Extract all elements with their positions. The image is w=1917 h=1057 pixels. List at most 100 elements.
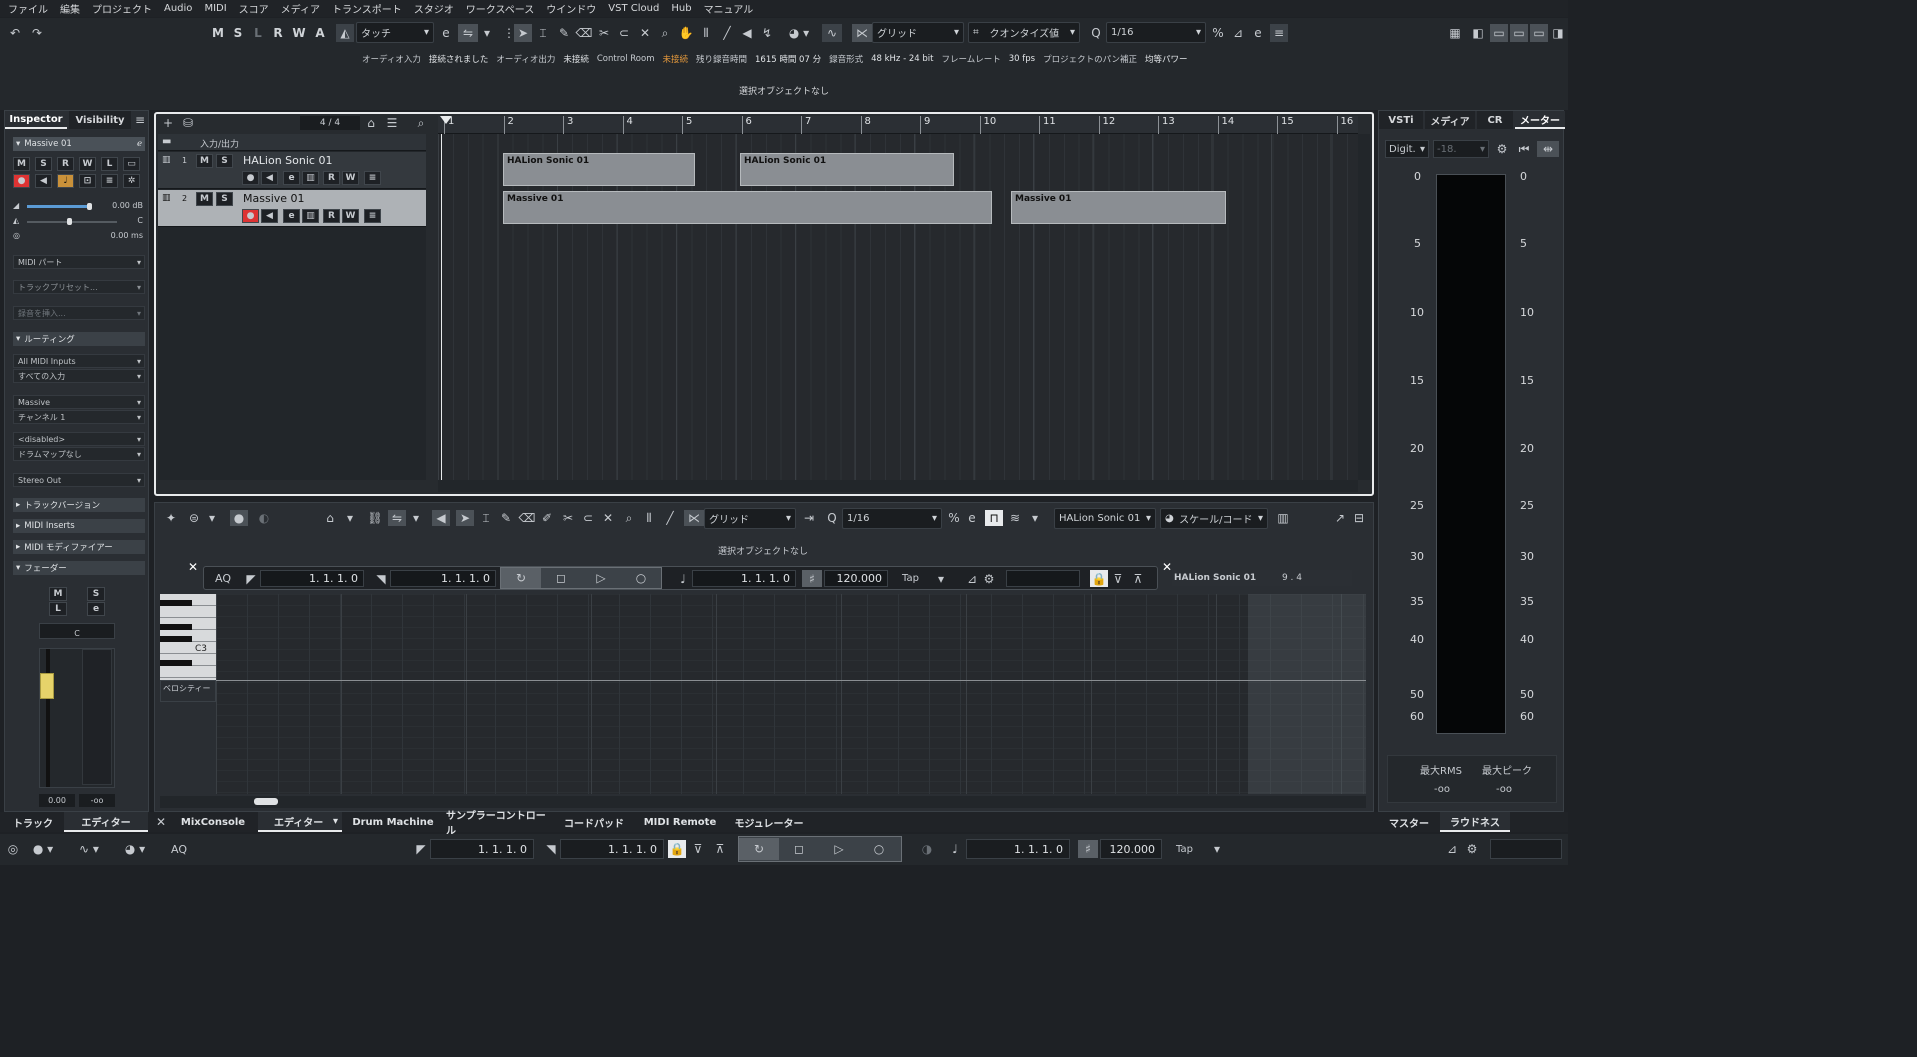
solo-global-button[interactable]: S xyxy=(230,24,246,41)
home-icon[interactable]: ⌂ xyxy=(364,116,378,130)
pan-slider[interactable]: ◭ C xyxy=(13,216,145,228)
track-name[interactable]: Massive 01 xyxy=(243,192,305,205)
tab-chord-pads[interactable]: コードパッド xyxy=(560,812,628,832)
calendar-icon[interactable]: ▦ xyxy=(1446,24,1464,42)
lanes-icon[interactable]: ≡ xyxy=(101,174,118,188)
chevron-down-icon[interactable]: ▾ xyxy=(206,510,218,526)
automation-mode-dropdown[interactable]: タッチ ▾ xyxy=(356,22,434,43)
pencil-tool-icon[interactable]: ✎ xyxy=(555,24,573,42)
zoom-tool-icon[interactable]: ⌕ xyxy=(656,24,674,42)
volume-slider[interactable]: ◢ 0.00 dB xyxy=(13,201,145,213)
mute-tool-icon[interactable]: ✕ xyxy=(636,24,654,42)
chevron-down-icon[interactable]: ▾ xyxy=(410,510,422,526)
snap-dropdown[interactable]: グリッド ▾ xyxy=(872,22,964,43)
section-fader[interactable]: ▾ フェーダー xyxy=(13,561,145,575)
tab-vsti[interactable]: VSTi xyxy=(1379,111,1423,129)
pin-icon[interactable]: ✦ xyxy=(163,510,179,526)
lock-icon[interactable]: ⊡ xyxy=(79,174,96,188)
transport-right-locator[interactable]: 1. 1. 1. 0 xyxy=(560,839,664,859)
write-button[interactable]: W xyxy=(342,171,359,185)
snap-icon[interactable]: ⋉ xyxy=(684,510,704,526)
timebase-icon[interactable]: ♩ xyxy=(57,174,74,188)
monitor-icon[interactable]: ◀ xyxy=(261,209,278,223)
warp-tool-icon[interactable]: ↯ xyxy=(758,24,776,42)
fader-mute-button[interactable]: M xyxy=(49,587,67,601)
gear-icon[interactable]: ⚙ xyxy=(982,570,996,587)
punch-out-icon[interactable]: ⊼ xyxy=(712,840,728,858)
insert-audio-dropdown[interactable]: 録音を挿入... ▾ xyxy=(13,306,145,320)
pencil-tool-icon[interactable]: ✎ xyxy=(497,510,515,526)
right-locator-icon[interactable]: ◥ xyxy=(544,840,558,858)
edit-instrument-icon[interactable]: e xyxy=(283,209,300,223)
max-rms-value[interactable]: -oo xyxy=(1434,784,1450,795)
undo-icon[interactable]: ↶ xyxy=(6,24,24,42)
transport-tap-tempo[interactable]: Tap xyxy=(1176,840,1206,858)
iterative-quantize-icon[interactable]: % xyxy=(1210,24,1226,42)
midi-part-dropdown[interactable]: MIDI パート ▾ xyxy=(13,255,145,269)
mute-tool-icon[interactable]: ✕ xyxy=(599,510,617,526)
editor-instrument-dropdown[interactable]: HALion Sonic 01 ▾ xyxy=(1054,508,1156,529)
project-cursor-marker[interactable] xyxy=(440,116,452,124)
align-icon[interactable]: ≡ xyxy=(1270,24,1288,42)
comp-tool-icon[interactable]: ⫴ xyxy=(697,24,715,42)
menu-media[interactable]: メディア xyxy=(275,1,326,16)
timeline-ruler[interactable]: 1 2 3 4 5 6 7 8 9 10 11 12 13 14 15 16 xyxy=(438,116,1358,134)
keyboard-icon[interactable]: ▥ xyxy=(302,209,319,223)
left-locator-icon[interactable]: ◤ xyxy=(244,570,258,587)
all-inputs-dropdown[interactable]: すべての入力 ▾ xyxy=(13,369,145,383)
punch-in-icon[interactable]: ⊽ xyxy=(690,840,706,858)
menu-transport[interactable]: トランスポート xyxy=(326,1,408,16)
section-track-version[interactable]: ▸ トラックバージョン xyxy=(13,498,145,512)
transport-position[interactable]: 1. 1. 1. 0 xyxy=(966,839,1070,859)
lock-icon[interactable]: 🔒 xyxy=(668,840,686,858)
add-track-icon[interactable]: + xyxy=(161,116,175,130)
left-locator-field[interactable]: 1. 1. 1. 0 xyxy=(260,570,364,587)
keyboard-icon[interactable]: ▥ xyxy=(1274,510,1292,526)
record-enable-icon[interactable]: ● xyxy=(242,171,259,185)
editor-scrollbar[interactable] xyxy=(160,796,1366,808)
track-preset-dropdown[interactable]: トラックプリセット... ▾ xyxy=(13,280,145,294)
tab-midi-remote[interactable]: MIDI Remote xyxy=(640,812,720,832)
track-solo-button[interactable]: S xyxy=(216,192,233,206)
tab-loudness[interactable]: ラウドネス xyxy=(1440,812,1510,832)
fader-value[interactable]: 0.00 xyxy=(39,794,75,807)
audio-output-dropdown[interactable]: Stereo Out ▾ xyxy=(13,473,145,487)
vertical-scrollbar[interactable] xyxy=(1358,134,1370,480)
midi-part[interactable]: Massive 01 xyxy=(503,191,992,224)
position-field[interactable]: 1. 1. 1. 0 xyxy=(692,570,796,587)
menu-edit[interactable]: 編集 xyxy=(54,1,86,16)
menu-hub[interactable]: Hub xyxy=(665,3,697,14)
menu-file[interactable]: ファイル xyxy=(2,1,54,16)
menu-manual[interactable]: マニュアル xyxy=(698,1,760,16)
left-locator-icon[interactable]: ◤ xyxy=(414,840,428,858)
write-global-button[interactable]: W xyxy=(291,24,307,41)
write-button[interactable]: W xyxy=(342,209,359,223)
menu-project[interactable]: プロジェクト xyxy=(86,1,158,16)
lanes-icon[interactable]: ≡ xyxy=(364,209,381,223)
inspector-zone-icon[interactable]: ▭ xyxy=(1490,24,1508,42)
speaker-icon[interactable]: ◀ xyxy=(432,510,450,526)
menu-midi[interactable]: MIDI xyxy=(198,3,232,14)
legato-icon[interactable]: ⊓ xyxy=(985,510,1003,526)
read-global-button[interactable]: R xyxy=(270,24,286,41)
snap-icon[interactable]: ⋉ xyxy=(852,24,872,42)
right-panel-icon[interactable]: ◨ xyxy=(1550,24,1566,42)
fader-listen-button[interactable]: L xyxy=(49,602,67,616)
track-name[interactable]: HALion Sonic 01 xyxy=(243,154,332,167)
auto-quantize-button[interactable]: AQ xyxy=(210,570,236,587)
iterative-quantize-icon[interactable]: % xyxy=(946,510,962,526)
menu-icon[interactable]: ≡ xyxy=(133,113,147,127)
track-row-2[interactable]: ▥ 2 M S Massive 01 ● ◀ e ▥ R W ≡ xyxy=(158,190,426,227)
auto-quantize-button[interactable]: AQ xyxy=(166,840,192,858)
key-editor-grid[interactable] xyxy=(216,594,1366,794)
range-tool-icon[interactable]: ⌶ xyxy=(534,24,552,42)
fader-handle[interactable] xyxy=(40,673,54,699)
chevron-down-icon[interactable]: ▾ xyxy=(481,24,493,42)
autoscroll-icon[interactable]: ∿ xyxy=(822,24,842,42)
monitor-icon[interactable]: ◀ xyxy=(261,171,278,185)
tab-sampler-control[interactable]: サンプラーコントロール xyxy=(446,811,554,837)
add-folder-icon[interactable]: ⛁ xyxy=(180,116,196,130)
step-icon[interactable]: ⇥ xyxy=(800,510,818,526)
metronome-click-icon[interactable]: ⊿ xyxy=(1444,840,1460,858)
freeze-icon[interactable]: ✲ xyxy=(123,174,140,188)
